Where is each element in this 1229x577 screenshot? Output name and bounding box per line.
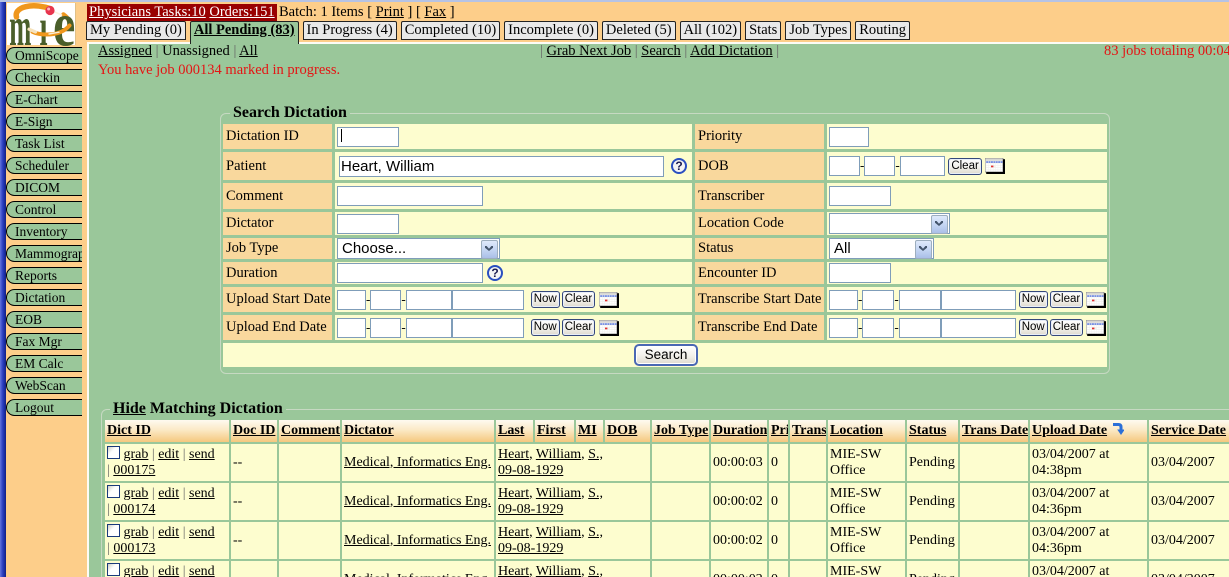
- svg-text:e: e: [53, 3, 75, 46]
- svg-text:m: m: [9, 3, 31, 46]
